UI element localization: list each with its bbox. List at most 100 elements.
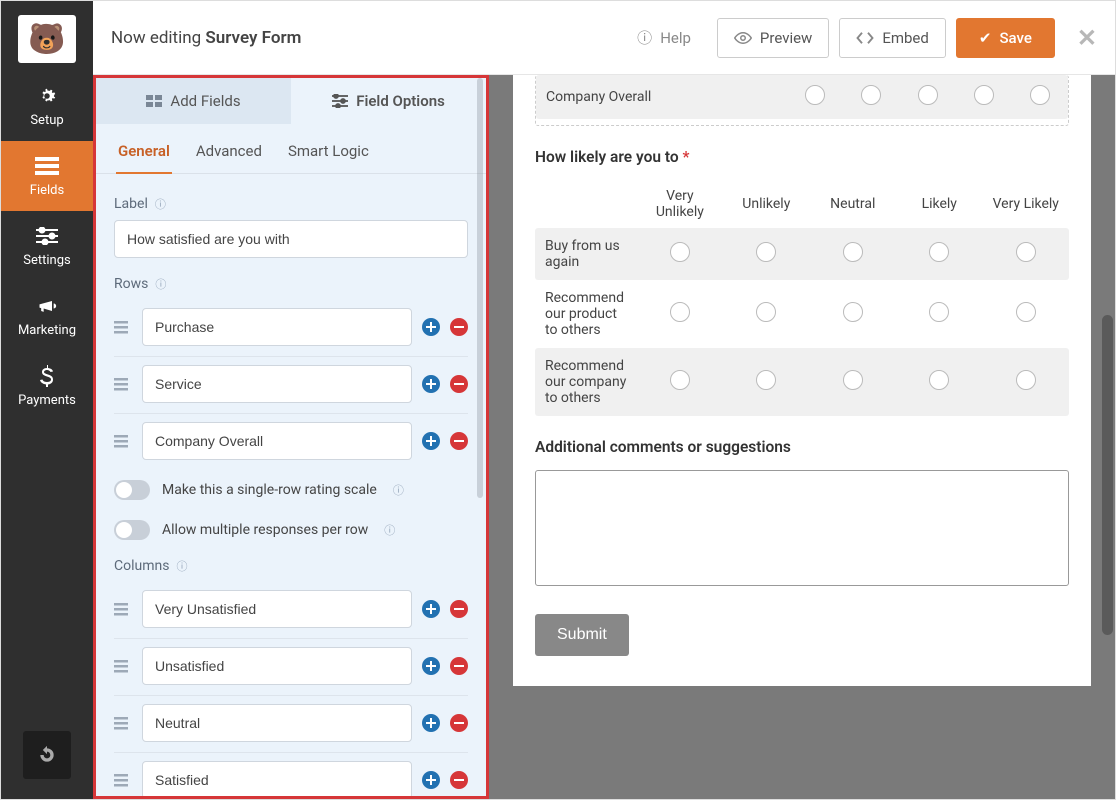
matrix-radio[interactable] [756, 370, 776, 390]
drag-handle-icon[interactable] [114, 602, 132, 616]
row-input[interactable] [142, 308, 412, 346]
help-tip-icon[interactable]: ⓘ [176, 558, 187, 574]
add-item-button[interactable] [422, 771, 440, 789]
remove-item-button[interactable] [450, 375, 468, 393]
matrix-radio[interactable] [929, 302, 949, 322]
matrix-col-header: Very Likely [982, 180, 1069, 228]
grid-icon [146, 95, 162, 107]
subtab-general[interactable]: General [116, 136, 172, 174]
preview-scrollbar[interactable] [1102, 315, 1113, 635]
matrix-radio[interactable] [670, 370, 690, 390]
drag-handle-icon[interactable] [114, 659, 132, 673]
remove-item-button[interactable] [450, 318, 468, 336]
drag-handle-icon[interactable] [114, 377, 132, 391]
matrix-likelihood: Very UnlikelyUnlikelyNeutralLikelyVery L… [535, 180, 1069, 416]
tab-field-options[interactable]: Field Options [291, 78, 486, 124]
eye-icon [734, 32, 752, 44]
matrix-radio[interactable] [756, 242, 776, 262]
comments-textarea[interactable] [535, 470, 1069, 586]
remove-item-button[interactable] [450, 657, 468, 675]
add-item-button[interactable] [422, 657, 440, 675]
matrix-radio[interactable] [1030, 85, 1050, 105]
remove-item-button[interactable] [450, 771, 468, 789]
subtab-smart-logic[interactable]: Smart Logic [286, 136, 371, 174]
field-options-panel: Add Fields Field Options General Advance… [93, 75, 489, 799]
nav-payments[interactable]: Payments [1, 351, 93, 421]
column-input[interactable] [142, 590, 412, 628]
column-input[interactable] [142, 647, 412, 685]
page-title: Now editing Survey Form [111, 28, 301, 48]
remove-item-button[interactable] [450, 600, 468, 618]
list-icon [35, 154, 59, 178]
form-preview: Company Overall How likely are you to * [489, 75, 1115, 799]
matrix-radio[interactable] [756, 302, 776, 322]
matrix-radio[interactable] [805, 85, 825, 105]
matrix-radio[interactable] [1016, 242, 1036, 262]
help-button[interactable]: ⓘ Help [621, 18, 707, 58]
matrix-radio[interactable] [843, 302, 863, 322]
nav-fields[interactable]: Fields [1, 141, 93, 211]
nav-marketing[interactable]: Marketing [1, 281, 93, 351]
matrix-col-header: Neutral [810, 180, 896, 228]
nav-payments-label: Payments [18, 393, 76, 408]
matrix-radio[interactable] [843, 370, 863, 390]
matrix-radio[interactable] [843, 242, 863, 262]
matrix-radio[interactable] [670, 302, 690, 322]
matrix-row-label: Recommend our company to others [535, 348, 637, 416]
subtab-advanced[interactable]: Advanced [194, 136, 264, 174]
matrix-radio[interactable] [1016, 370, 1036, 390]
close-button[interactable]: ✕ [1077, 24, 1097, 52]
options-icon [332, 94, 348, 108]
drag-handle-icon[interactable] [114, 320, 132, 334]
drag-handle-icon[interactable] [114, 434, 132, 448]
help-tip-icon[interactable]: ⓘ [155, 196, 166, 212]
topbar: Now editing Survey Form ⓘ Help Preview E… [93, 1, 1115, 75]
embed-button[interactable]: Embed [839, 18, 946, 58]
remove-item-button[interactable] [450, 714, 468, 732]
panel-scrollbar[interactable] [477, 78, 483, 498]
field-label: Additional comments or suggestions [535, 438, 1069, 456]
matrix-radio[interactable] [861, 85, 881, 105]
matrix-satisfaction: Company Overall [536, 75, 1068, 119]
help-tip-icon[interactable]: ⓘ [155, 276, 166, 292]
bullhorn-icon [35, 294, 59, 318]
dollar-icon [35, 364, 59, 388]
toggle-multi-response[interactable] [114, 520, 150, 540]
help-tip-icon[interactable]: ⓘ [384, 522, 395, 538]
row-input[interactable] [142, 422, 412, 460]
nav-fields-label: Fields [30, 183, 64, 198]
remove-item-button[interactable] [450, 432, 468, 450]
add-item-button[interactable] [422, 432, 440, 450]
matrix-radio[interactable] [1016, 302, 1036, 322]
revert-button[interactable] [23, 731, 71, 779]
columns-heading: Columnsⓘ [114, 558, 468, 574]
app-logo: 🐻 [18, 15, 76, 63]
nav-settings[interactable]: Settings [1, 211, 93, 281]
matrix-radio[interactable] [929, 242, 949, 262]
drag-handle-icon[interactable] [114, 716, 132, 730]
column-input[interactable] [142, 761, 412, 796]
matrix-radio[interactable] [929, 370, 949, 390]
matrix-radio[interactable] [918, 85, 938, 105]
add-item-button[interactable] [422, 600, 440, 618]
matrix-row-label: Company Overall [536, 75, 787, 119]
toggle-single-row[interactable] [114, 480, 150, 500]
tab-add-fields[interactable]: Add Fields [96, 78, 291, 124]
drag-handle-icon[interactable] [114, 773, 132, 787]
nav-marketing-label: Marketing [18, 323, 76, 338]
field-label: How likely are you to * [535, 148, 1069, 166]
add-item-button[interactable] [422, 714, 440, 732]
row-input[interactable] [142, 365, 412, 403]
help-tip-icon[interactable]: ⓘ [393, 482, 404, 498]
column-input[interactable] [142, 704, 412, 742]
preview-button[interactable]: Preview [717, 18, 829, 58]
matrix-radio[interactable] [974, 85, 994, 105]
save-button[interactable]: ✔ Save [956, 18, 1055, 58]
code-icon [856, 31, 874, 45]
matrix-radio[interactable] [670, 242, 690, 262]
add-item-button[interactable] [422, 318, 440, 336]
submit-button[interactable]: Submit [535, 614, 629, 656]
nav-setup[interactable]: Setup [1, 71, 93, 141]
add-item-button[interactable] [422, 375, 440, 393]
label-input[interactable] [114, 220, 468, 258]
